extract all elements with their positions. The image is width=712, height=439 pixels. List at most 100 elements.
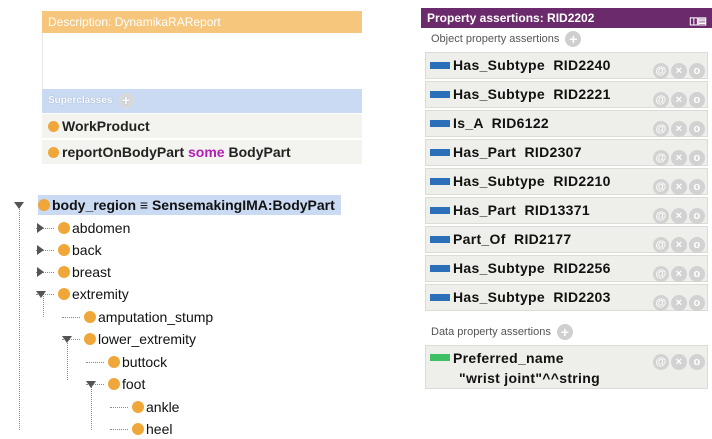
tree-root-label: body_region ≡ SensemakingIMA:BodyPart [52,197,335,213]
tree-connector [110,407,128,408]
class-dot-icon [58,288,70,301]
tree-node-foot[interactable]: foot [108,374,145,394]
object-property-row[interactable]: Has_Subtype RID2203 @ × o [425,284,708,311]
data-property-section-label: Data property assertions [431,326,551,338]
object-property-row[interactable]: Has_Subtype RID2210 @ × o [425,168,708,195]
tree-node-label: heel [146,421,173,437]
delete-icon[interactable]: × [671,92,687,108]
collapse-arrow-icon[interactable] [36,291,46,298]
keyword-text: some [188,144,225,160]
object-property-row[interactable]: Is_A RID6122 @ × o [425,110,708,137]
expand-arrow-icon[interactable] [37,223,44,233]
tree-connector [110,429,128,430]
class-dot-icon [48,120,59,132]
edit-icon[interactable]: o [689,237,705,253]
object-property-icon [430,91,450,98]
annotate-icon[interactable]: @ [653,121,669,137]
delete-icon[interactable]: × [671,121,687,137]
tree-node-label: abdomen [72,220,131,236]
class-dot-icon [58,244,70,257]
expand-arrow-icon[interactable] [14,202,24,209]
collapse-arrow-icon[interactable] [62,336,72,343]
annotate-icon[interactable]: @ [653,179,669,195]
row-controls: @ × o [651,260,705,285]
annotate-icon[interactable]: @ [653,63,669,79]
object-property-icon [430,236,450,243]
superclass-text: reportOnBodyPart [62,144,189,160]
superclass-text: BodyPart [224,144,291,160]
add-data-property-icon[interactable]: + [556,324,573,341]
expand-arrow-icon[interactable] [37,267,44,277]
edit-icon[interactable]: o [689,295,705,311]
class-dot-icon [84,311,96,324]
class-dot-icon [108,356,120,369]
superclass-row[interactable]: reportOnBodyPart some BodyPart [42,140,362,165]
tree-node-breast[interactable]: breast [58,262,111,282]
property-assertions-title: Property assertions: RID2202 [427,11,595,25]
edit-icon[interactable]: o [689,121,705,137]
class-dot-icon [58,266,70,279]
class-dot-icon [38,199,50,212]
edit-icon[interactable]: o [689,179,705,195]
tree-node-label: extremity [72,286,129,302]
object-property-list: Has_Subtype RID2240 @ × o Has_Subtype RID222… [421,52,712,311]
object-property-assertion: Has_Part RID13371 [453,202,590,218]
data-property-row[interactable]: Preferred_name "wrist joint"^^string @ × o [425,345,708,389]
tree-node-heel[interactable]: heel [132,419,172,439]
add-superclass-icon[interactable]: + [118,92,134,108]
delete-icon[interactable]: × [671,295,687,311]
delete-icon[interactable]: × [671,354,687,370]
object-property-icon [430,178,450,185]
object-property-row[interactable]: Part_Of RID2177 @ × o [425,226,708,253]
tree-node-label: foot [122,376,146,392]
annotate-icon[interactable]: @ [653,237,669,253]
object-property-assertion: Has_Subtype RID2240 [453,57,611,73]
tree-node-amputation-stump[interactable]: amputation_stump [84,307,213,327]
row-controls: @ × o [651,57,705,82]
object-property-row[interactable]: Has_Subtype RID2256 @ × o [425,255,708,282]
tree-node-extremity[interactable]: extremity [58,284,129,304]
object-property-icon [430,62,450,69]
edit-icon[interactable]: o [689,92,705,108]
tree-root-node[interactable]: body_region ≡ SensemakingIMA:BodyPart [38,195,341,215]
tree-node-lower-extremity[interactable]: lower_extremity [84,329,196,349]
collapse-arrow-icon[interactable] [86,381,96,388]
class-dot-icon [84,333,96,346]
tree-node-label: lower_extremity [98,331,197,347]
object-property-row[interactable]: Has_Part RID2307 @ × o [425,139,708,166]
annotate-icon[interactable]: @ [653,150,669,166]
object-property-row[interactable]: Has_Part RID13371 @ × o [425,197,708,224]
edit-icon[interactable]: o [689,354,705,370]
row-controls: @ × o [651,144,705,169]
object-property-row[interactable]: Has_Subtype RID2240 @ × o [425,52,708,79]
delete-icon[interactable]: × [671,179,687,195]
view-layout-icon[interactable]: ◫▤ [689,12,707,32]
object-property-icon [430,120,450,127]
data-property-list: Preferred_name "wrist joint"^^string @ × o [421,345,712,389]
superclass-row[interactable]: WorkProduct [42,114,362,139]
annotate-icon[interactable]: @ [653,295,669,311]
edit-icon[interactable]: o [689,266,705,282]
expand-arrow-icon[interactable] [37,245,44,255]
object-property-row[interactable]: Has_Subtype RID2221 @ × o [425,81,708,108]
edit-icon[interactable]: o [689,208,705,224]
edit-icon[interactable]: o [689,63,705,79]
annotate-icon[interactable]: @ [653,208,669,224]
delete-icon[interactable]: × [671,150,687,166]
annotate-icon[interactable]: @ [653,92,669,108]
delete-icon[interactable]: × [671,63,687,79]
superclass-text: WorkProduct [62,118,150,134]
delete-icon[interactable]: × [671,237,687,253]
delete-icon[interactable]: × [671,266,687,282]
annotate-icon[interactable]: @ [653,266,669,282]
tree-node-abdomen[interactable]: abdomen [58,218,130,238]
tree-node-ankle[interactable]: ankle [132,397,179,417]
annotate-icon[interactable]: @ [653,354,669,370]
delete-icon[interactable]: × [671,208,687,224]
tree-connector [62,317,80,318]
add-object-property-icon[interactable]: + [565,31,582,48]
tree-node-back[interactable]: back [58,240,102,260]
row-controls: @ × o [651,289,705,314]
tree-node-buttock[interactable]: buttock [108,352,167,372]
edit-icon[interactable]: o [689,150,705,166]
